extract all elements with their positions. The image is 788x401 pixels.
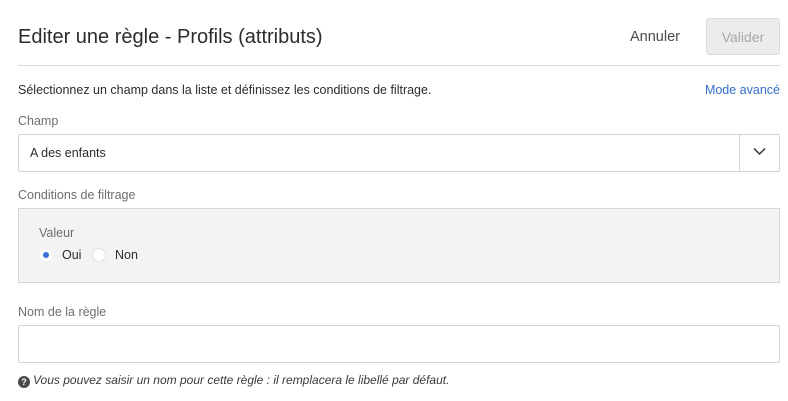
rule-name-label: Nom de la règle	[18, 305, 107, 319]
field-select[interactable]: A des enfants	[18, 134, 780, 172]
header-divider	[18, 65, 780, 66]
filter-conditions-panel: Valeur Oui Non	[18, 208, 780, 283]
rule-name-input[interactable]	[18, 325, 780, 363]
value-label: Valeur	[39, 226, 75, 240]
cancel-button[interactable]: Annuler	[622, 20, 688, 54]
rule-name-hint-text: Vous pouvez saisir un nom pour cette règ…	[33, 373, 450, 387]
dialog-title: Editer une règle - Profils (attributs)	[18, 26, 323, 48]
field-label: Champ	[18, 114, 59, 128]
rule-name-hint: ? Vous pouvez saisir un nom pour cette rè…	[18, 373, 449, 388]
radio-option-oui[interactable]: Oui	[39, 246, 89, 266]
help-icon: ?	[18, 376, 30, 388]
radio-button-checked[interactable]	[39, 248, 53, 262]
edit-rule-dialog: Editer une règle - Profils (attributs) A…	[0, 0, 788, 401]
chevron-down-icon	[753, 147, 766, 156]
filter-conditions-label: Conditions de filtrage	[18, 188, 136, 202]
radio-button-unchecked[interactable]	[92, 248, 106, 262]
field-dropdown-toggle[interactable]	[739, 135, 779, 171]
advanced-mode-link[interactable]: Mode avancé	[705, 83, 780, 97]
radio-label-non: Non	[115, 248, 138, 262]
validate-button[interactable]: Valider	[706, 18, 780, 55]
field-selected-value: A des enfants	[30, 146, 106, 160]
radio-label-oui: Oui	[62, 248, 82, 262]
instructions-text: Sélectionnez un champ dans la liste et d…	[18, 83, 432, 97]
radio-option-non[interactable]: Non	[92, 246, 148, 266]
